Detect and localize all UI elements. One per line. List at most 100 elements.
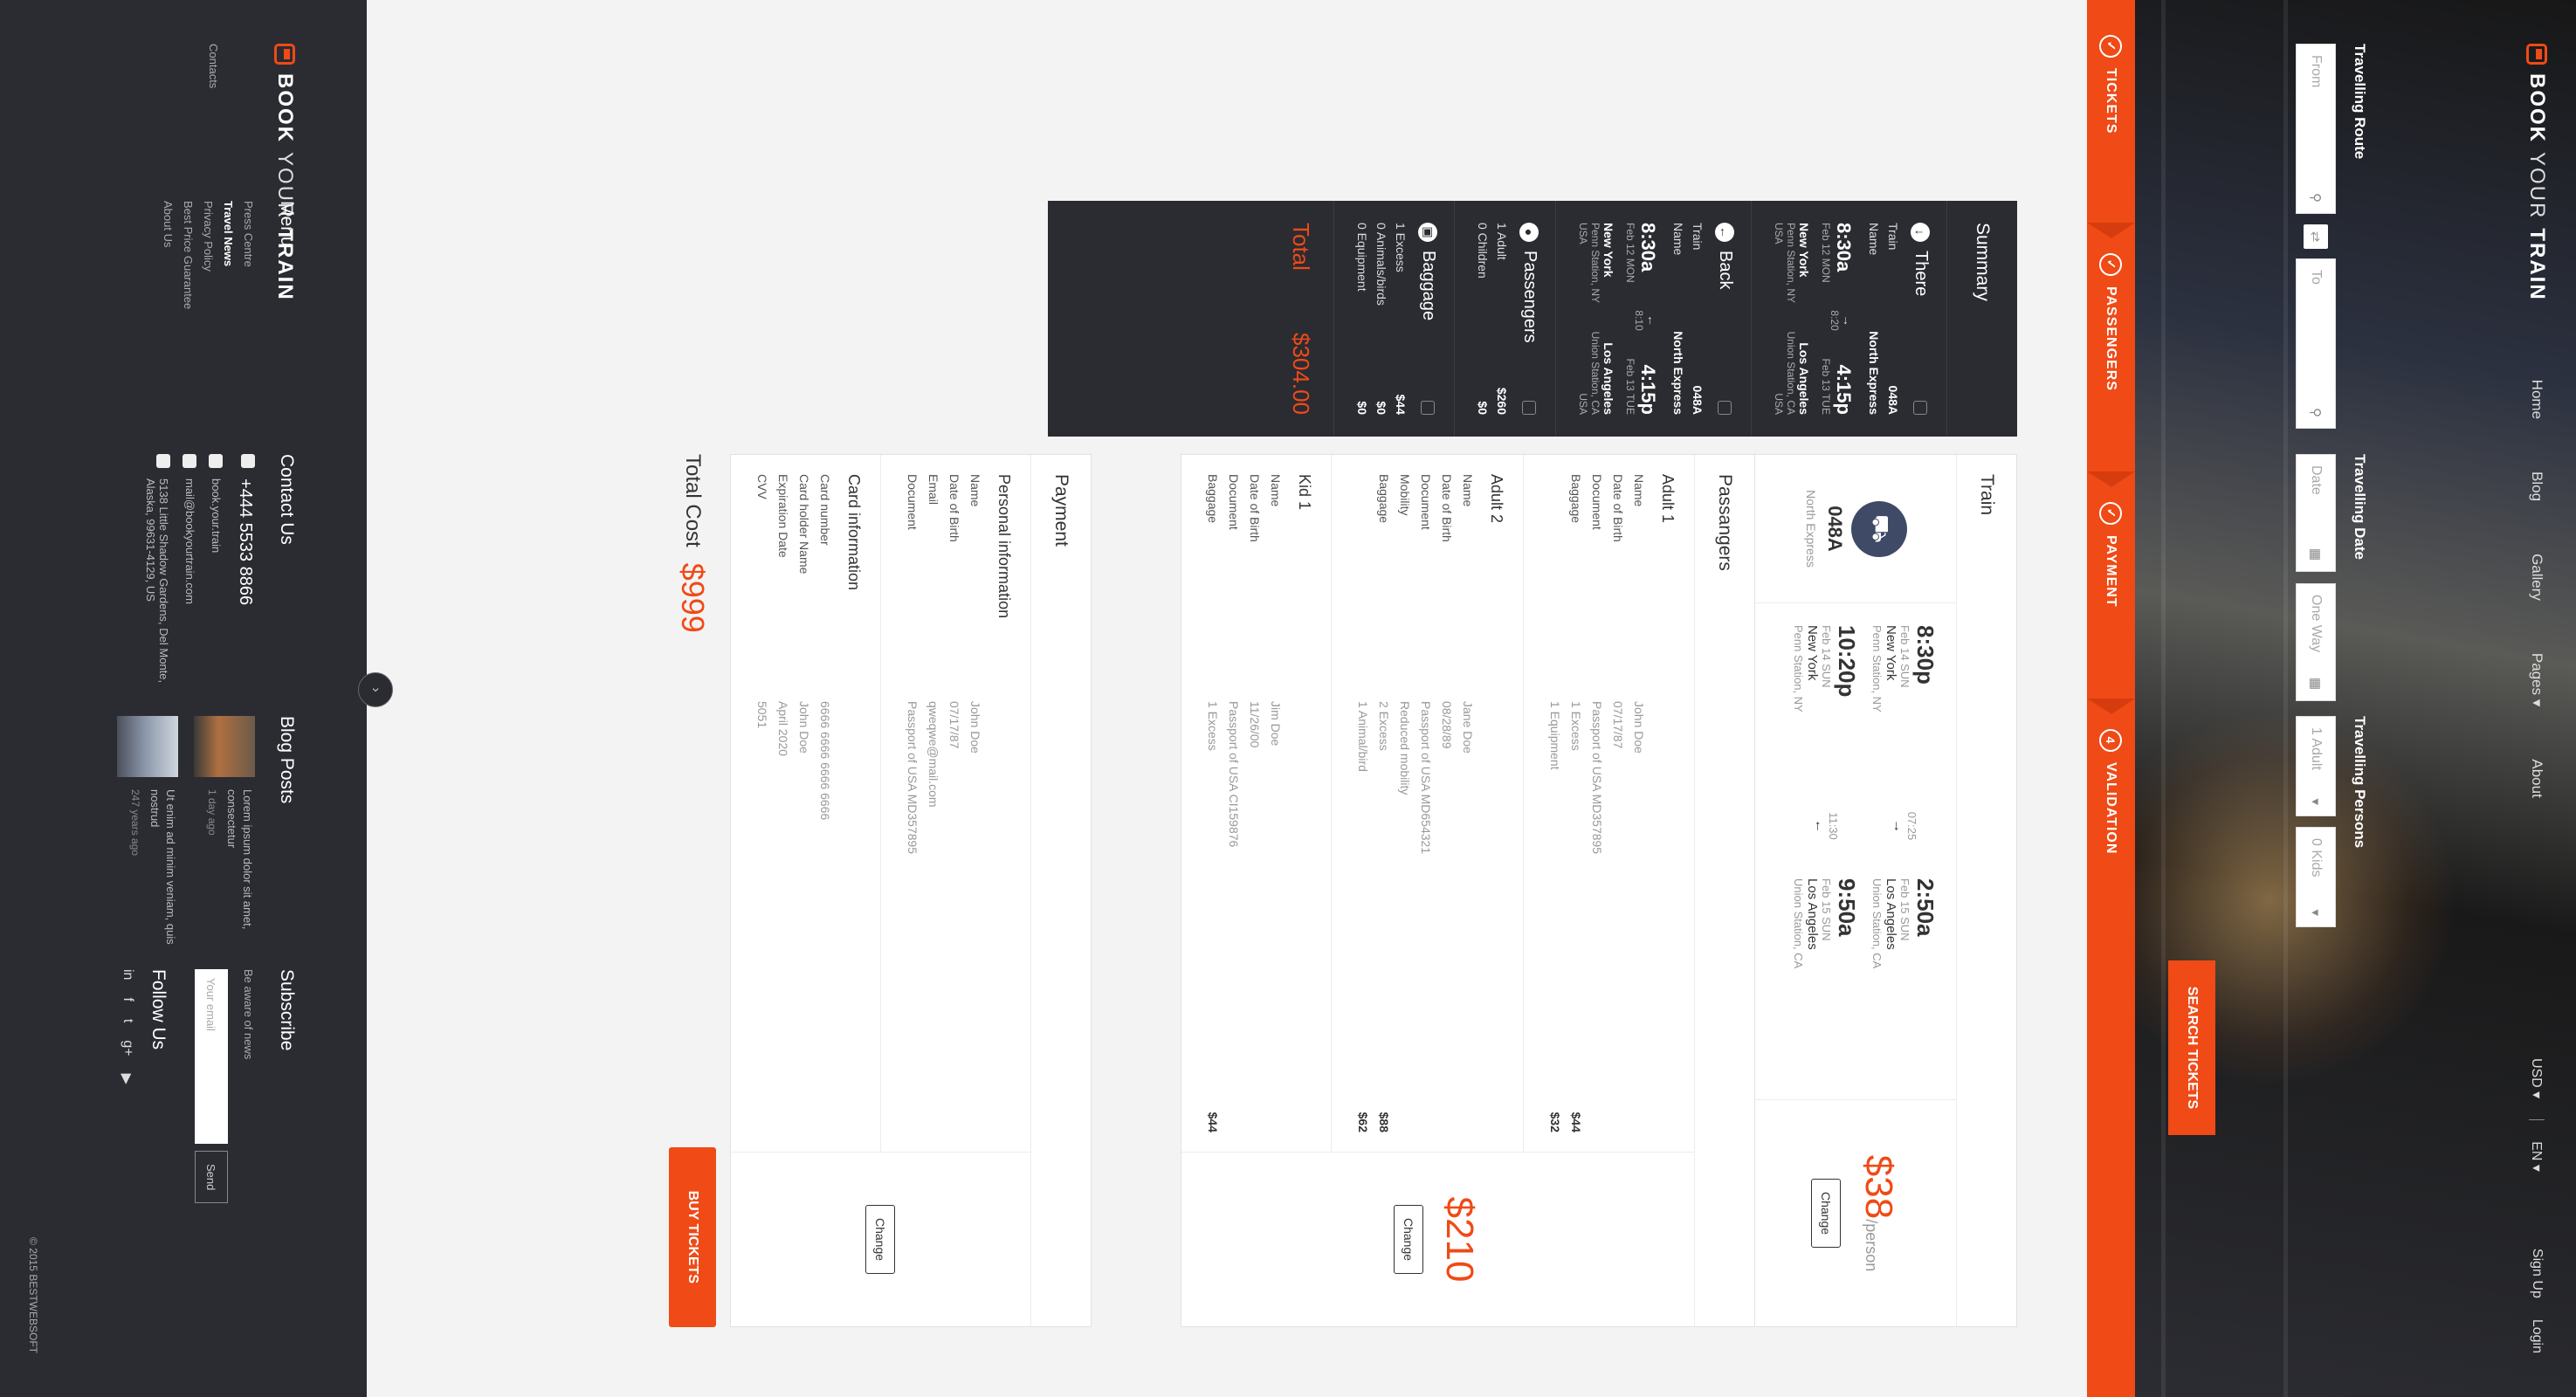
step-passengers[interactable]: ✓ PASSENGERS [2087,253,2135,391]
youtube-icon[interactable]: ▶ [118,1074,135,1084]
menu-press-centre[interactable]: Press Centre [242,201,255,309]
search-tickets-button[interactable]: SEARCH TICKETS [2168,960,2215,1135]
sign-up-link[interactable]: Sign Up [2529,1249,2545,1298]
subscribe-email-input[interactable]: Your email [195,969,228,1144]
menu-travel-news[interactable]: Travel News [222,201,235,309]
contact-email[interactable]: mail@bookyourtrain.com [183,478,196,604]
personal-info-block: Personal information Name John Doe Date o… [880,455,1030,1152]
persons-group: Travelling Persons [2340,716,2368,848]
summary-panel: Summary ↓ There Train 048A Name North Expre… [1048,201,2017,437]
nav-pages[interactable]: Pages ▾ [2528,653,2545,706]
mail-icon [183,454,196,468]
menu-best-price[interactable]: Best Price Guarantee [182,201,195,309]
nav-about[interactable]: About [2528,759,2545,797]
payment-title: Payment [1030,455,1091,1326]
booking-steps: ✓ TICKETS ✓ PASSENGERS ✓ PAYMENT 4 VALID… [2087,0,2135,1397]
step-label: VALIDATION [2104,762,2119,855]
change-payment-button[interactable]: Change [865,1204,896,1275]
kids-select[interactable]: 0 Kids ▾ [2296,827,2336,927]
footer-blog: Blog Posts Lorem ipsum dolor sit amet, c… [101,716,297,978]
check-icon: ✓ [2099,35,2123,58]
arr-city: Los Angeles [1601,342,1615,415]
linkedin-icon[interactable]: in [118,969,135,980]
blog-post[interactable]: Lorem ipsum dolor sit amet, consectetur 1… [194,716,255,978]
post-thumbnail [194,716,255,777]
field-key: Expiration Date [776,474,790,558]
menu-about-us[interactable]: About Us [162,201,175,309]
field-key: Card holder Name [797,474,811,575]
contact-address: 5138 Little Shadow Gardens, Del Monte, A… [144,478,170,684]
field-value: 6666 6666 6666 6666 [818,701,832,821]
change-passengers-button[interactable]: Change [1394,1204,1424,1275]
field-value: 11/26/00 [1248,701,1262,748]
skype-icon [209,454,223,468]
collapse-icon[interactable] [1522,401,1537,415]
field-key: Email [926,474,940,506]
train-label: Train [1691,223,1705,251]
field-value: 1 Equipment [1548,701,1562,770]
field-key: Date of Birth [1248,474,1262,542]
collapse-icon[interactable] [1421,401,1436,415]
train-logo-icon: ⛟ [1851,500,1907,557]
blog-post[interactable]: Ut enim ad minim veniam, quis nostrud 247… [117,716,178,978]
swap-route-icon[interactable]: ⇄ [2304,224,2328,249]
facebook-icon[interactable]: f [118,997,135,1001]
currency-select[interactable]: USD ▾ [2528,1058,2545,1098]
change-train-button[interactable]: Change [1811,1178,1841,1249]
from-input[interactable]: From ⚲ [2296,44,2336,214]
nav-gallery[interactable]: Gallery [2528,554,2545,601]
google-plus-icon[interactable]: g+ [118,1040,135,1056]
collapse-icon[interactable] [1718,401,1732,415]
to-input[interactable]: To ⚲ [2296,258,2336,429]
menu-privacy-policy[interactable]: Privacy Policy [202,201,215,309]
name-label: Name [1867,223,1881,256]
brand-logo[interactable]: BOOK YOUR TRAIN [2524,44,2549,301]
field-value: Passport of USA MD357895 [906,701,920,855]
brand-bold: BOOK [273,73,297,143]
field-key: Baggage [1377,474,1391,524]
menu-contacts[interactable]: Contacts [207,44,220,88]
nav-blog[interactable]: Blog [2528,471,2545,501]
adult-1-block: Adult 1 Name John Doe Date of Birth 07/17/… [1523,455,1694,1152]
date-placeholder: Date [2309,465,2324,495]
kid-1-block: Kid 1 Name Jim Doe Date of Birth 11/26/00 … [1181,455,1331,1152]
duration: 07:25 [1905,811,1919,841]
step-tickets[interactable]: ✓ TICKETS [2087,35,2135,134]
dep-date: Feb 12 MON [1624,223,1636,283]
contact-skype: book.your.train [210,478,223,554]
field-value: April 2020 [776,701,790,757]
date-input[interactable]: Date ▦ [2296,454,2336,572]
passengers-title: Passangers [1694,455,1754,1326]
subscribe-send-button[interactable]: Send [195,1151,228,1204]
passengers-total: $210 [1438,1196,1482,1283]
field-value: Passport of USA MD654321 [1419,701,1433,855]
return-trip: 10:20p Feb 14 SUN New York Penn Station,… [1792,625,1860,1077]
social-links: in f t g+ ▶ [118,969,135,1231]
train-trips: 8:30p Feb 14 SUN New York Penn Station, … [1755,603,1956,1099]
buy-tickets-button[interactable]: BUY TICKETS [669,1146,716,1327]
hero-header: BOOK YOUR TRAIN Home Blog Gallery Pages ▾ … [2087,0,2576,1397]
twitter-icon[interactable]: t [118,1019,135,1022]
step-payment[interactable]: ✓ PAYMENT [2087,502,2135,608]
arr-date: Feb 15 SUN [1820,878,1833,941]
card-info-title: Card information [845,474,863,591]
language-select[interactable]: EN ▾ [2528,1141,2545,1172]
login-link[interactable]: Login [2529,1319,2545,1353]
step-validation[interactable]: 4 VALIDATION [2087,729,2135,854]
field-key: Name [1269,474,1283,507]
chevron-right-icon[interactable]: › [358,672,393,707]
train-name: North Express [1671,331,1685,415]
phone-icon [241,454,255,468]
children-price: $0 [1476,401,1490,415]
nav-home[interactable]: Home [2528,380,2545,419]
field-price: $32 [1548,1111,1562,1132]
trip-type-select[interactable]: One Way ▦ [2296,583,2336,701]
arr-station: Union Station, CA USA [1773,331,1797,415]
ticket-price: $38 [1857,1154,1900,1220]
post-ago: 1 day ago [206,789,218,836]
field-value: John Doe [797,701,811,754]
collapse-icon[interactable] [1913,401,1928,415]
adults-select[interactable]: 1 Adult ▾ [2296,716,2336,816]
arr-station: Union Station, CA [1870,878,1884,969]
date-label: Travelling Date [2352,454,2368,560]
